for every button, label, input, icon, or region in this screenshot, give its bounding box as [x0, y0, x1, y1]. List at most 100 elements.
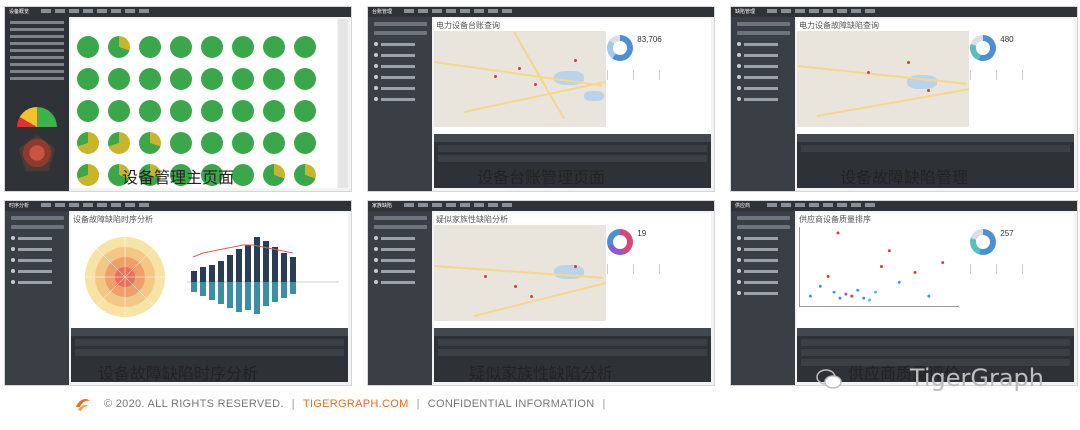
confidential-text: CONFIDENTIAL INFORMATION — [427, 398, 595, 410]
filter-option[interactable] — [737, 75, 795, 79]
app-brand: 设备概览 — [9, 9, 30, 15]
filter-option[interactable] — [374, 269, 432, 273]
total-count: 257 — [1000, 229, 1014, 238]
filter-option[interactable] — [737, 86, 795, 90]
timeseries-content: 设备故障缺陷时序分析 — [71, 213, 348, 382]
fault-content: 电力设备故障缺陷查询 480 — [797, 19, 1074, 188]
total-count: 83,706 — [637, 35, 662, 44]
filter-option[interactable] — [374, 280, 432, 284]
filter-option[interactable] — [737, 236, 795, 240]
filter-option[interactable] — [374, 86, 432, 90]
footer-separator: | — [602, 398, 606, 410]
top-nav-bar: 设备概览 — [5, 7, 351, 17]
footer: © 2020. ALL RIGHTS RESERVED. | TIGERGRAPH.… — [104, 398, 614, 410]
caption-timeseries: 设备故障缺陷时序分析 — [97, 366, 258, 383]
filter-option[interactable] — [737, 280, 795, 284]
filter-option[interactable] — [737, 42, 795, 46]
app-brand: 时序分析 — [9, 203, 30, 209]
wechat-icon — [816, 369, 842, 389]
table-row[interactable] — [438, 339, 707, 346]
donut-chart — [607, 35, 634, 61]
equipment-pie-grid-panel — [71, 19, 337, 188]
app-brand: 供应商 — [735, 203, 751, 209]
map-view[interactable] — [797, 31, 969, 127]
map-view[interactable] — [434, 225, 606, 321]
table-row[interactable] — [801, 339, 1070, 346]
screenshot-supplier-quality[interactable]: 供应商 供应商设备质量排序 257 — [730, 200, 1078, 386]
filter-option[interactable] — [737, 258, 795, 262]
screenshot-timeseries[interactable]: 时序分析 设备故障缺陷时序分析 — [4, 200, 352, 386]
donut-chart — [607, 229, 634, 255]
filter-option[interactable] — [374, 258, 432, 262]
filter-option[interactable] — [737, 247, 795, 251]
filter-option[interactable] — [737, 291, 795, 295]
filter-option[interactable] — [374, 53, 432, 57]
total-count: 480 — [1000, 35, 1014, 44]
tigergraph-logo-icon — [76, 399, 90, 411]
filter-option[interactable] — [374, 64, 432, 68]
table-row[interactable] — [801, 145, 1070, 152]
filter-option[interactable] — [737, 97, 795, 101]
page-title: 电力设备台账查询 — [436, 21, 500, 30]
slide: 设备概览 设备管理主页面 台账管理 电力设备台账查询 83,706 设备台账管理… — [0, 0, 1080, 430]
bar-chart — [187, 237, 339, 314]
pie-grid — [77, 31, 320, 186]
scrollbar[interactable] — [338, 19, 348, 188]
ledger-content: 电力设备台账查询 83,706 — [434, 19, 711, 188]
supplier-content: 供应商设备质量排序 257 — [797, 213, 1074, 382]
filter-option[interactable] — [11, 280, 69, 284]
family-defect-content: 疑似家族性缺陷分析 19 — [434, 213, 711, 382]
filter-option[interactable] — [374, 97, 432, 101]
filter-option[interactable] — [11, 258, 69, 262]
table-row[interactable] — [438, 155, 707, 162]
filter-option[interactable] — [374, 42, 432, 46]
table-row[interactable] — [75, 349, 344, 356]
donut-chart — [970, 35, 997, 61]
table-row[interactable] — [75, 339, 344, 346]
page-title: 供应商设备质量排序 — [799, 215, 871, 224]
filter-option[interactable] — [11, 247, 69, 251]
page-title: 电力设备故障缺陷查询 — [799, 21, 879, 30]
footer-separator: | — [416, 398, 420, 410]
filter-sidebar — [368, 211, 432, 385]
footer-separator: | — [291, 398, 295, 410]
summary-stats: 83,706 — [607, 35, 707, 80]
filter-option[interactable] — [737, 53, 795, 57]
filter-option[interactable] — [11, 236, 69, 240]
copyright-text: © 2020. ALL RIGHTS RESERVED. — [104, 398, 284, 410]
site-link[interactable]: TIGERGRAPH.COM — [303, 398, 409, 410]
filter-option[interactable] — [737, 269, 795, 273]
summary-stats: 480 — [970, 35, 1070, 80]
summary-stats: 19 — [607, 229, 707, 274]
app-brand: 台账管理 — [372, 9, 393, 15]
table-row[interactable] — [438, 145, 707, 152]
filter-sidebar — [731, 211, 795, 385]
caption-ledger: 设备台账管理页面 — [476, 170, 605, 187]
filter-option[interactable] — [737, 64, 795, 68]
app-brand: 缺陷管理 — [735, 9, 756, 15]
filter-option[interactable] — [374, 236, 432, 240]
health-gauge — [17, 107, 57, 127]
caption-family-defect: 疑似家族性缺陷分析 — [468, 366, 613, 383]
page-title: 设备故障缺陷时序分析 — [73, 215, 153, 224]
scatter-plot — [799, 227, 959, 307]
watermark: TigerGraph — [909, 364, 1044, 392]
filter-option[interactable] — [11, 269, 69, 273]
filter-sidebar — [5, 211, 69, 385]
filter-option[interactable] — [374, 75, 432, 79]
table-row[interactable] — [801, 349, 1070, 356]
screenshot-family-defect[interactable]: 家族缺陷 疑似家族性缺陷分析 19 — [367, 200, 715, 386]
map-view[interactable] — [434, 31, 606, 127]
donut-chart — [970, 229, 997, 255]
total-count: 19 — [637, 229, 647, 238]
summary-stats: 257 — [970, 229, 1070, 274]
filter-option[interactable] — [374, 247, 432, 251]
app-brand: 家族缺陷 — [372, 203, 393, 209]
top-menu — [41, 9, 149, 15]
table-row[interactable] — [438, 349, 707, 356]
page-title: 疑似家族性缺陷分析 — [436, 215, 508, 224]
caption-fault-management: 设备故障缺陷管理 — [839, 170, 968, 187]
top-nav-bar: 台账管理 — [368, 7, 714, 17]
caption-equipment-main: 设备管理主页面 — [121, 170, 234, 187]
radial-heatmap — [85, 237, 165, 317]
